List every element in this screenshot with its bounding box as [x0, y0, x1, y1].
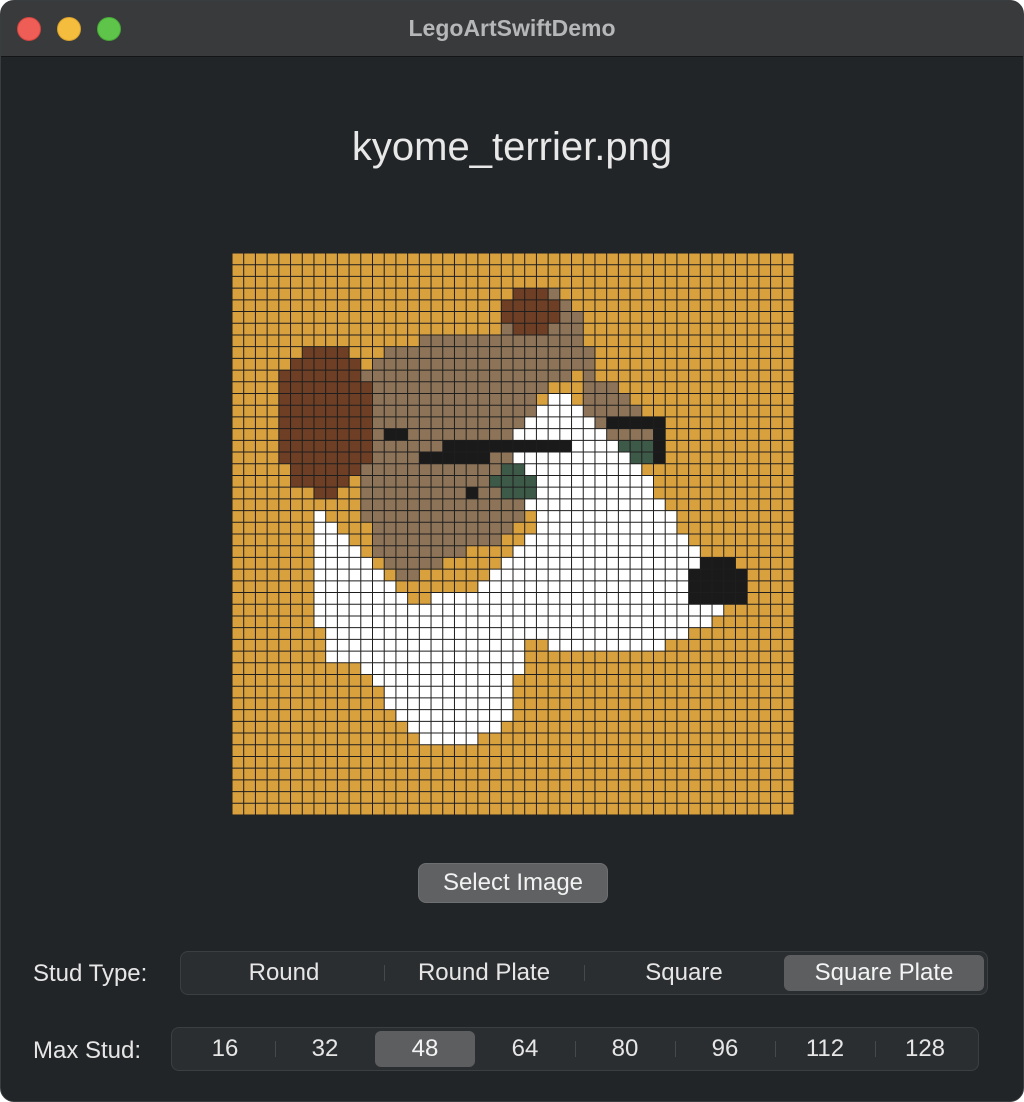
- max-stud-option-128[interactable]: 128: [875, 1031, 975, 1067]
- max-stud-label: Max Stud:: [33, 1037, 142, 1064]
- max-stud-option-48[interactable]: 48: [375, 1031, 475, 1067]
- stud-type-option-round[interactable]: Round: [184, 955, 384, 991]
- stud-type-option-round-plate[interactable]: Round Plate: [384, 955, 584, 991]
- max-stud-option-64[interactable]: 64: [475, 1031, 575, 1067]
- image-file-name: kyome_terrier.png: [351, 125, 673, 169]
- lego-mosaic-preview: [232, 253, 794, 815]
- max-stud-option-80[interactable]: 80: [575, 1031, 675, 1067]
- stud-type-segmented-control: Round Round Plate Square Square Plate: [180, 951, 988, 995]
- select-image-button[interactable]: Select Image: [418, 863, 608, 903]
- max-stud-option-32[interactable]: 32: [275, 1031, 375, 1067]
- title-bar[interactable]: LegoArtSwiftDemo: [1, 1, 1023, 57]
- stud-type-option-square[interactable]: Square: [584, 955, 784, 991]
- app-window: LegoArtSwiftDemo kyome_terrier.png Selec…: [0, 0, 1024, 1102]
- max-stud-option-112[interactable]: 112: [775, 1031, 875, 1067]
- stud-type-label: Stud Type:: [33, 960, 148, 987]
- max-stud-segmented-control: 16 32 48 64 80 96 112 128: [171, 1027, 979, 1071]
- mosaic-grid: [232, 253, 794, 815]
- max-stud-option-96[interactable]: 96: [675, 1031, 775, 1067]
- window-title: LegoArtSwiftDemo: [408, 15, 616, 41]
- max-stud-option-16[interactable]: 16: [175, 1031, 275, 1067]
- stud-type-option-square-plate[interactable]: Square Plate: [784, 955, 984, 991]
